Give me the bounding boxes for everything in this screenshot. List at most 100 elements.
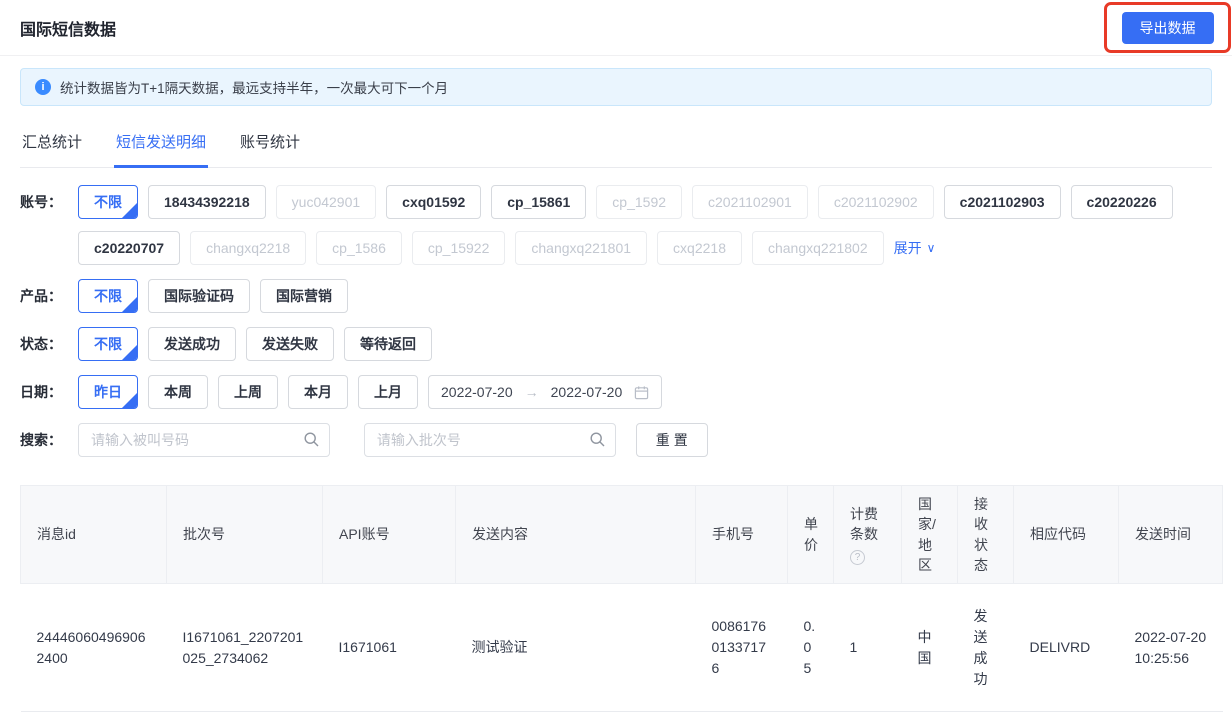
column-header-label: 发送时间: [1135, 526, 1191, 543]
export-data-button[interactable]: 导出数据: [1121, 11, 1214, 44]
filter-chip[interactable]: 昨日✓: [78, 375, 138, 409]
expand-label: 展开: [893, 240, 922, 256]
account-chip-row: 不限✓ 18434392218 yuc042901 cxq01592 cp_15861 c…: [78, 185, 1212, 231]
filter-chip[interactable]: c20220226: [1070, 185, 1173, 219]
account-filter-label: 账号：: [20, 194, 62, 210]
column-header-label: 计费条数: [850, 505, 878, 543]
column-header-label: 接收状态: [974, 496, 988, 573]
filter-chip[interactable]: cp_15861: [491, 185, 587, 219]
table-row: 244460604969062400 I1671061_2207201025_27…: [20, 583, 1223, 713]
date-chips-area: 昨日✓ 本周上周本月上月 2022-07-20 → 2022-07-20: [78, 375, 1212, 421]
filter-row-account: 账号： 不限✓ 18434392218 yuc042901 cxq01592 cp_15…: [20, 185, 1212, 277]
filter-chip[interactable]: 发送成功: [148, 327, 236, 361]
arrow-right-icon: →: [524, 384, 539, 400]
search-icon: [303, 431, 320, 448]
column-header: 相应代码: [1013, 485, 1119, 585]
column-header-label: API账号: [339, 526, 390, 543]
tab-send-detail[interactable]: 短信发送明细: [114, 121, 209, 168]
column-header: 发送时间: [1118, 485, 1223, 585]
filter-chip: cxq2218: [657, 231, 742, 265]
filter-chip[interactable]: 国际验证码: [148, 279, 250, 313]
filter-row-status: 状态： 不限✓ 发送成功发送失败等待返回: [20, 327, 1212, 373]
table-cell: 测试验证: [455, 583, 696, 713]
product-filter-label: 产品：: [20, 288, 62, 304]
column-header: 消息id: [20, 485, 167, 585]
export-highlight-annotation: 导出数据: [1104, 2, 1231, 53]
selected-corner-icon: [121, 392, 137, 408]
filter-chip: cp_1586: [316, 231, 402, 265]
selected-corner-icon: [121, 344, 137, 360]
table-cell: 2022-07-20 10:25:56: [1118, 583, 1223, 713]
table-cell: 008617601337176: [695, 583, 788, 713]
date-range-end: 2022-07-20: [550, 384, 623, 400]
selected-corner-icon: [121, 202, 137, 218]
filter-chip: c2021102901: [692, 185, 808, 219]
column-header-label: 消息id: [37, 526, 76, 543]
expand-toggle[interactable]: 展开 ∨: [894, 231, 936, 265]
filter-chip: cp_15922: [411, 231, 506, 265]
calendar-icon: [634, 385, 649, 400]
selected-corner-icon: [121, 296, 137, 312]
filter-chip: changxq221802: [751, 231, 884, 265]
sms-detail-table: 消息id 批次号 API账号 发送内容 手机号 单价 计费条数? 国家/地区 接收状态 相应代码发…: [20, 485, 1223, 713]
filter-chip: changxq221801: [515, 231, 648, 265]
table-cell: 1: [833, 583, 902, 713]
page-title: 国际短信数据: [20, 21, 117, 39]
phone-search-field: [78, 423, 330, 457]
date-filter-label: 日期：: [20, 384, 62, 400]
batch-search-input[interactable]: [363, 423, 616, 457]
reset-button[interactable]: 重置: [635, 423, 708, 457]
filter-chip: c2021102902: [817, 185, 934, 219]
tabs-bar: 汇总统计 短信发送明细 账号统计: [20, 121, 1212, 168]
filter-chip: yuc042901: [275, 185, 377, 219]
filter-chip[interactable]: 不限✓: [78, 279, 138, 313]
info-icon: i: [35, 79, 51, 95]
search-filter-label: 搜索：: [20, 432, 62, 448]
column-header-label: 发送内容: [472, 526, 528, 543]
filter-chip[interactable]: 上周: [218, 375, 278, 409]
filter-row-search: 搜索： 请输入被叫号码 请输入批次号 重置: [20, 423, 1212, 457]
search-icon: [589, 431, 606, 448]
filter-chip[interactable]: 国际营销: [260, 279, 348, 313]
filters-panel: 账号： 不限✓ 18434392218 yuc042901 cxq01592 cp_15…: [20, 185, 1212, 457]
column-header: 计费条数?: [833, 485, 902, 585]
filter-chip[interactable]: cxq01592: [386, 185, 482, 219]
tab-account-stats[interactable]: 账号统计: [238, 121, 302, 168]
column-header-label: 批次号: [183, 526, 225, 543]
status-filter-label: 状态：: [20, 336, 62, 352]
column-header: 单价: [787, 485, 834, 585]
column-header: 批次号: [166, 485, 323, 585]
column-header: 手机号: [695, 485, 788, 585]
filter-row-product: 产品： 不限✓ 国际验证码国际营销: [20, 279, 1212, 325]
filter-chip: cp_1592: [596, 185, 683, 219]
account-chip-row: c20220707 changxq2218 cp_1586 cp_15922 chang…: [78, 231, 1212, 277]
tab-summary[interactable]: 汇总统计: [20, 121, 84, 168]
account-chips: 不限✓18434392218yuc042901cxq01592cp_15861c…: [78, 185, 1212, 277]
search-controls: 重置: [78, 423, 708, 457]
sms-detail-table-wrap: 消息id 批次号 API账号 发送内容 手机号 单价 计费条数? 国家/地区 接收状态 相应代码发…: [20, 485, 1224, 713]
filter-chip[interactable]: 18434392218: [148, 185, 266, 219]
filter-chip: changxq2218: [190, 231, 307, 265]
filter-chip[interactable]: 不限✓: [78, 185, 138, 219]
table-cell: 发送成功: [957, 583, 1014, 713]
table-body: 244460604969062400 I1671061_2207201025_27…: [20, 583, 1223, 713]
help-icon[interactable]: ?: [850, 550, 865, 566]
date-range-picker[interactable]: 2022-07-20 → 2022-07-20: [428, 375, 663, 409]
filter-chip[interactable]: 本月: [288, 375, 348, 409]
filter-chip[interactable]: 等待返回: [344, 327, 432, 361]
notice-banner: i 统计数据皆为T+1隔天数据，最远支持半年，一次最大可下一个月: [20, 68, 1212, 106]
filter-chip[interactable]: 不限✓: [78, 327, 138, 361]
filter-chip[interactable]: 发送失败: [246, 327, 334, 361]
page-content: i 统计数据皆为T+1隔天数据，最远支持半年，一次最大可下一个月 汇总统计 短信发…: [0, 68, 1232, 720]
column-header-label: 手机号: [712, 526, 754, 543]
phone-search-input[interactable]: [78, 423, 330, 457]
filter-chip[interactable]: c20220707: [78, 231, 181, 265]
filter-chip[interactable]: c2021102903: [943, 185, 1061, 219]
table-header-row: 消息id 批次号 API账号 发送内容 手机号 单价 计费条数? 国家/地区 接收状态 相应代码发…: [20, 485, 1223, 585]
status-chips: 不限✓ 发送成功发送失败等待返回: [78, 327, 1212, 373]
table-cell: 244460604969062400: [20, 583, 167, 713]
column-header: 发送内容: [455, 485, 696, 585]
column-header-label: 国家/地区: [918, 496, 936, 573]
filter-chip[interactable]: 上月: [358, 375, 418, 409]
filter-chip[interactable]: 本周: [148, 375, 208, 409]
